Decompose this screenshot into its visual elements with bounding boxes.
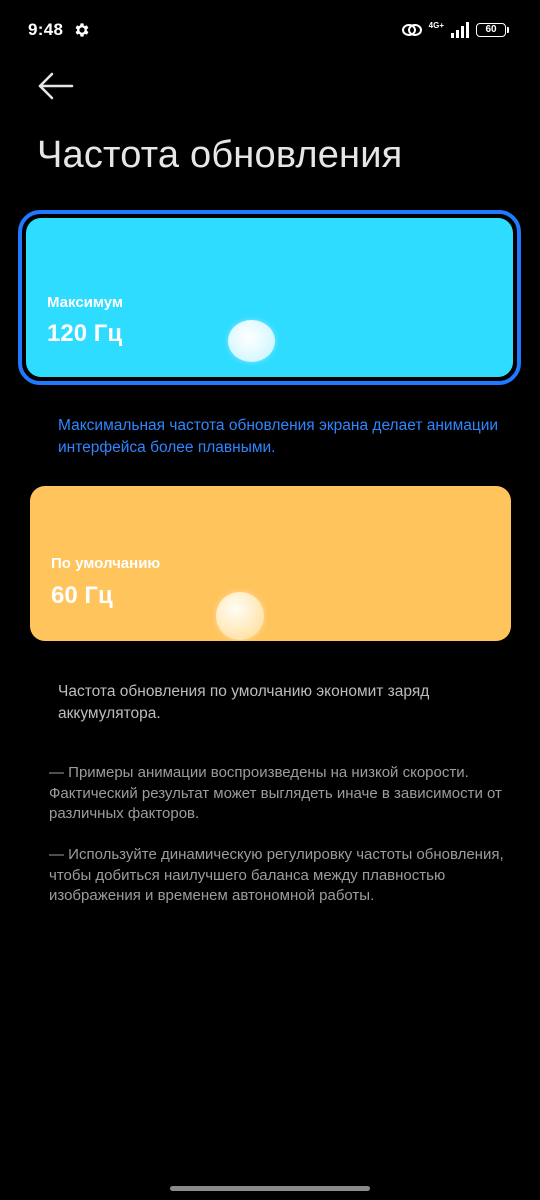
page-title: Частота обновления — [37, 134, 403, 176]
link-icon — [401, 24, 422, 36]
option-value: 120 Гц — [47, 320, 123, 347]
option-card-default[interactable]: По умолчанию 60 Гц — [30, 486, 511, 641]
animation-ball — [228, 320, 275, 362]
option-value: 60 Гц — [51, 582, 113, 609]
option-card-max[interactable]: Максимум 120 Гц — [18, 210, 521, 385]
option-label: По умолчанию — [51, 555, 161, 572]
option-label: Максимум — [47, 294, 124, 311]
back-arrow-icon — [38, 72, 74, 100]
back-button[interactable] — [34, 66, 78, 106]
option-description-max: Максимальная частота обновления экрана д… — [58, 417, 499, 456]
note-dynamic-refresh: — Используйте динамическую регулировку ч… — [49, 846, 504, 904]
status-icons: 4G+ 60 — [401, 20, 509, 40]
gear-icon — [75, 23, 89, 37]
battery-icon: 60 — [476, 23, 509, 37]
status-bar: 9:48 4G+ 60 — [0, 0, 540, 60]
home-indicator[interactable] — [170, 1186, 370, 1191]
option-card-max-body: Максимум 120 Гц — [26, 218, 513, 377]
battery-level: 60 — [485, 24, 497, 35]
status-time: 9:48 — [28, 20, 64, 39]
network-type-label: 4G+ — [428, 21, 444, 30]
note-animation-speed: — Примеры анимации воспроизведены на низ… — [49, 764, 502, 822]
option-description-default: Частота обновления по умолчанию экономит… — [58, 683, 430, 722]
animation-ball — [216, 592, 264, 640]
signal-icon — [451, 22, 469, 38]
